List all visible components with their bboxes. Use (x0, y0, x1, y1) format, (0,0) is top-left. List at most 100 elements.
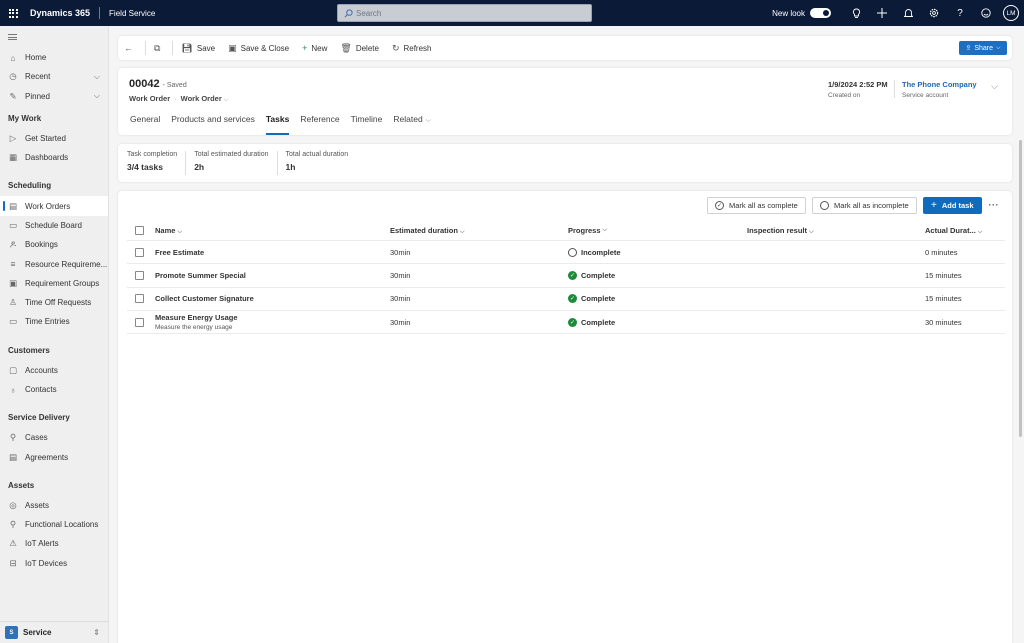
sidebar-group-assets: Assets (8, 480, 35, 490)
sidebar-item-cases[interactable]: ⚲ Cases (0, 428, 108, 447)
plus-icon[interactable] (869, 0, 895, 26)
gear-icon[interactable] (921, 0, 947, 26)
sidebar-item-home[interactable]: ⌂ Home (0, 48, 108, 67)
sidebar-group-my-work: My Work (8, 113, 42, 123)
sidebar-item-time-off-requests[interactable]: ♙ Time Off Requests (0, 293, 108, 312)
sidebar-item-assets[interactable]: ◎ Assets (0, 496, 108, 515)
add-task-label: Add task (941, 201, 974, 210)
tab-reference[interactable]: Reference (300, 114, 339, 132)
expand-header-chevron-icon[interactable]: ⌵ (991, 81, 998, 92)
sidebar-item-resource-requirements[interactable]: ≡ Resource Requireme... (0, 254, 108, 273)
table-row[interactable]: Free Estimate 30min Incomplete 0 minutes (127, 241, 1005, 265)
save-button[interactable]: 💾︎ Save (181, 43, 215, 54)
sidebar-item-requirement-groups[interactable]: ▣ Requirement Groups (0, 274, 108, 293)
refresh-label: Refresh (403, 43, 432, 53)
hamburger-button[interactable] (0, 26, 108, 48)
row-checkbox[interactable] (135, 294, 144, 304)
sidebar-item-time-entries[interactable]: ▭ Time Entries (0, 312, 108, 331)
tab-related[interactable]: Related ⌵ (393, 114, 431, 132)
more-options-icon[interactable]: ··· (989, 200, 1000, 210)
app-title[interactable]: Dynamics 365 (30, 8, 90, 18)
column-header-progress[interactable]: Progress ⌵ (568, 226, 607, 235)
sidebar-item-work-orders[interactable]: ▤ Work Orders (0, 196, 108, 216)
search-input[interactable]: Search (337, 4, 592, 22)
share-button[interactable]: ⇪ Share ⌵ (959, 41, 1007, 55)
area-switcher[interactable]: S Service ⇕ (0, 621, 108, 643)
task-progress[interactable]: ✓ Complete (568, 270, 615, 280)
column-header-inspection-result[interactable]: Inspection result ⌵ (747, 226, 814, 236)
tab-tasks[interactable]: Tasks (265, 114, 290, 135)
document-icon: ▤ (8, 451, 18, 462)
row-checkbox[interactable] (135, 270, 144, 280)
metric-label: Total estimated duration (194, 151, 269, 158)
mark-all-complete-button[interactable]: ✓ Mark all as complete (707, 197, 806, 214)
column-header-estimated-duration[interactable]: Estimated duration ⌵ (390, 226, 465, 236)
row-checkbox[interactable] (135, 247, 144, 257)
sidebar-item-label: Time Entries (25, 317, 70, 327)
select-all-checkbox[interactable] (135, 226, 144, 235)
area-title[interactable]: Field Service (109, 9, 155, 18)
tab-timeline[interactable]: Timeline (351, 114, 383, 132)
task-description: Measure the energy usage (155, 323, 233, 331)
metric-label: Task completion (127, 151, 178, 158)
task-name-block[interactable]: Measure Energy Usage Measure the energy … (155, 313, 238, 331)
app-launcher-button[interactable] (0, 0, 26, 26)
sidebar-item-bookings[interactable]: ዶ Bookings (0, 235, 108, 254)
task-progress[interactable]: ✓ Complete (568, 317, 615, 327)
sidebar-item-get-started[interactable]: ▷ Get Started (0, 129, 108, 148)
column-header-name[interactable]: Name ⌵ (155, 226, 182, 236)
service-account-label: Service account (902, 92, 949, 99)
delete-button[interactable]: 🗑︎ Delete (340, 43, 379, 54)
sidebar-item-iot-devices[interactable]: ⊟ IoT Devices (0, 554, 108, 573)
sidebar-item-dashboards[interactable]: ▦ Dashboards (0, 148, 108, 167)
chevron-down-icon[interactable]: ⌵ (94, 91, 100, 101)
task-progress[interactable]: Incomplete (568, 247, 621, 257)
complete-check-icon: ✓ (568, 317, 577, 327)
top-bar: Dynamics 365 Field Service Search New lo… (0, 0, 1024, 26)
tab-products-and-services[interactable]: Products and services (171, 114, 255, 132)
task-name[interactable]: Collect Customer Signature (155, 294, 254, 303)
task-progress[interactable]: ✓ Complete (568, 294, 615, 304)
sidebar-item-iot-alerts[interactable]: ⚠ IoT Alerts (0, 534, 108, 553)
table-row[interactable]: Collect Customer Signature 30min ✓ Comple… (127, 288, 1005, 311)
task-name[interactable]: Measure Energy Usage (155, 313, 238, 322)
new-look-toggle[interactable] (810, 8, 831, 18)
column-header-actual-duration[interactable]: Actual Durat... ⌵ (925, 226, 982, 236)
row-checkbox[interactable] (135, 317, 144, 327)
refresh-button[interactable]: ↻ Refresh (392, 43, 432, 54)
sidebar-group-customers: Customers (8, 345, 50, 355)
table-row[interactable]: Promote Summer Special 30min ✓ Complete 1… (127, 264, 1005, 288)
user-avatar[interactable]: LM (1003, 5, 1019, 21)
sidebar-item-functional-locations[interactable]: ⚲ Functional Locations (0, 515, 108, 534)
check-circle-icon: ✓ (715, 201, 724, 210)
smiley-icon[interactable] (973, 0, 999, 26)
task-estimated-duration: 30min (390, 247, 411, 257)
chevron-down-icon[interactable]: ⌵ (224, 97, 229, 103)
task-name[interactable]: Free Estimate (155, 248, 204, 257)
task-name[interactable]: Promote Summer Special (155, 271, 246, 280)
add-task-button[interactable]: + Add task (923, 197, 982, 214)
sidebar-item-contacts[interactable]: ♁ Contacts (0, 380, 108, 399)
sidebar-item-recent[interactable]: ◷ Recent ⌵ (0, 67, 108, 86)
save-close-button[interactable]: ▣ Save & Close (228, 43, 289, 54)
page-scrollbar[interactable] (1019, 140, 1022, 437)
tab-general[interactable]: General (130, 114, 160, 132)
form-selector[interactable]: Work Order (181, 94, 222, 103)
back-button[interactable]: ← (124, 43, 137, 53)
sidebar-item-accounts[interactable]: ▢ Accounts (0, 361, 108, 380)
sidebar-item-label: Recent (25, 72, 51, 82)
chevron-down-icon[interactable]: ⌵ (94, 72, 100, 82)
metric-value: 2h (194, 162, 205, 172)
lightbulb-icon[interactable] (843, 0, 869, 26)
sidebar-item-schedule-board[interactable]: ▭ Schedule Board (0, 216, 108, 235)
popout-button[interactable]: ⧉ (154, 43, 164, 54)
sidebar-item-agreements[interactable]: ▤ Agreements (0, 447, 108, 466)
service-account-link[interactable]: The Phone Company (902, 80, 977, 89)
chevron-down-icon: ⌵ (177, 228, 182, 235)
new-button[interactable]: + New (302, 43, 327, 53)
table-row[interactable]: Measure Energy Usage Measure the energy … (127, 311, 1005, 335)
mark-all-incomplete-button[interactable]: Mark all as incomplete (812, 197, 917, 214)
sidebar-item-pinned[interactable]: ✎ Pinned ⌵ (0, 87, 108, 106)
help-icon[interactable]: ? (947, 0, 973, 26)
bell-icon[interactable] (895, 0, 921, 26)
